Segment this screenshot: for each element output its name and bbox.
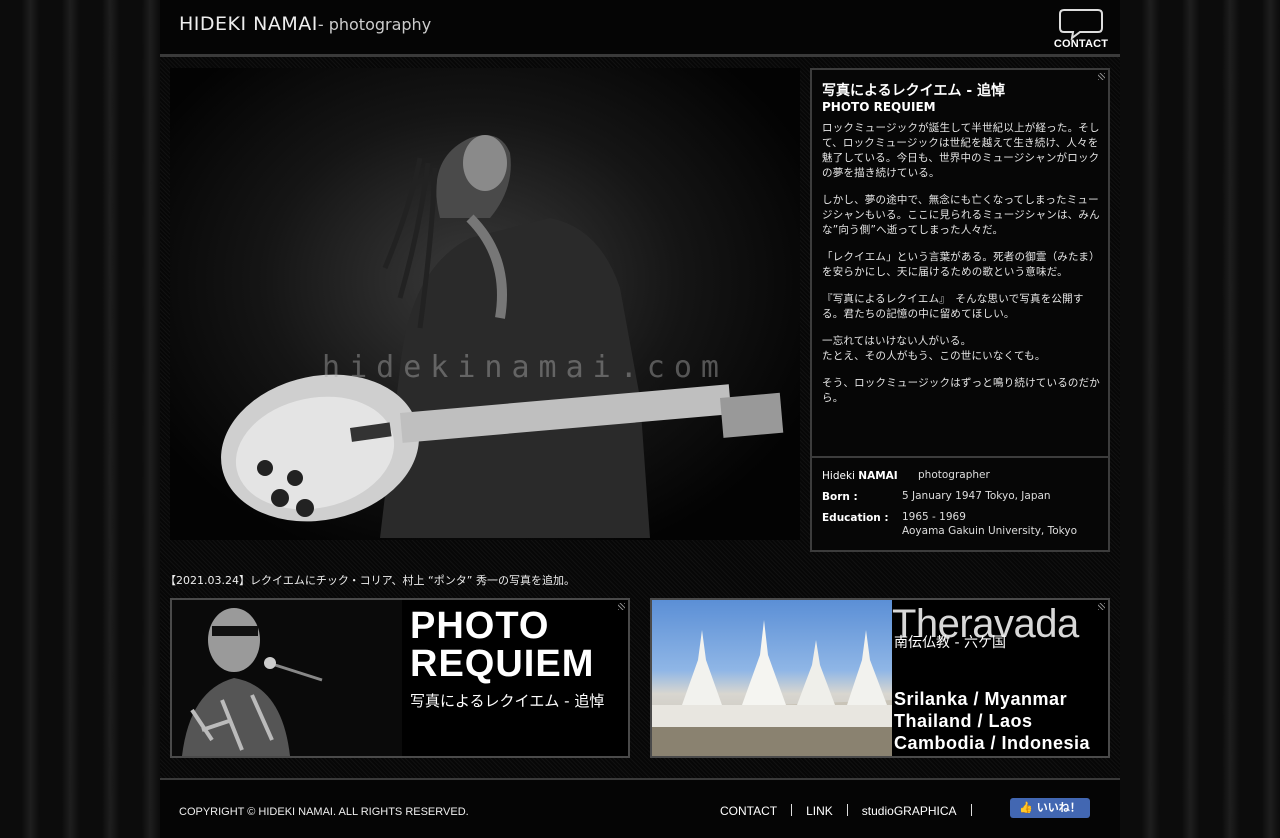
info-panel: 写真によるレクイエム - 追悼 PHOTO REQUIEM ロックミュージックが… <box>810 68 1110 552</box>
born-label: Born : <box>822 491 858 503</box>
site-logo[interactable]: HIDEKI NAMAI- photography <box>179 13 431 35</box>
info-title: 写真によるレクイエム - 追悼 <box>822 83 1005 99</box>
profile-name: Hideki NAMAI <box>822 470 898 482</box>
nav-separator <box>846 804 848 816</box>
speech-bubble-icon <box>1059 9 1103 40</box>
stupas-illustration <box>652 620 892 756</box>
info-paragraph: 一忘れてはいけない人がいる。 たとえ、その人がもう、この世にいなくても。 <box>822 335 1046 362</box>
contact-label: CONTACT <box>1053 38 1109 50</box>
info-body: ロックミュージックが誕生して半世紀以上が経った。そして、ロックミュージックは世紀… <box>822 121 1100 418</box>
theravada-countries-line: Cambodia / Indonesia <box>894 733 1091 753</box>
site-footer: COPYRIGHT © HIDEKI NAMAI. ALL RIGHTS RES… <box>160 778 1120 838</box>
info-paragraph: 「レクイエム」という言葉がある。死者の御霊（みたま）を安らかにし、天に届けるため… <box>822 251 1100 278</box>
theravada-countries-line: Srilanka / Myanmar <box>894 689 1068 709</box>
like-label: いいね！ <box>1036 801 1081 814</box>
divider <box>812 456 1108 458</box>
contact-button[interactable]: CONTACT <box>1048 8 1114 52</box>
profile-role: photographer <box>918 469 990 481</box>
singer-photo <box>172 600 402 756</box>
info-paragraph: しかし、夢の途中で、無念にも亡くなってしまったミュージシャンもいる。ここに見られ… <box>822 194 1100 236</box>
theravada-subtitle: 南伝仏教 - 六ケ国 <box>894 635 1006 651</box>
page: HIDEKI NAMAI- photography CONTACT hideki… <box>160 0 1120 838</box>
education-label: Education : <box>822 512 889 524</box>
education-years: 1965 - 1969 <box>902 511 966 523</box>
copyright: COPYRIGHT © HIDEKI NAMAI. ALL RIGHTS RES… <box>179 806 469 818</box>
photo-watermark: hidekinamai.com <box>322 350 728 385</box>
info-subtitle: PHOTO REQUIEM <box>822 100 936 114</box>
profile-last-name: NAMAI <box>858 470 898 482</box>
footer-link-studiographica[interactable]: studioGRAPHICA <box>862 804 957 818</box>
site-header: HIDEKI NAMAI- photography CONTACT <box>160 0 1120 57</box>
photo-requiem-banner[interactable]: PHOTO REQUIEM 写真によるレクイエム - 追悼 <box>170 598 630 758</box>
facebook-like-button[interactable]: 👍 いいね！ <box>1010 798 1090 818</box>
profile: Hideki NAMAI photographer Born : 5 Janua… <box>822 469 1102 537</box>
info-paragraph: ロックミュージックが誕生して半世紀以上が経った。そして、ロックミュージックは世紀… <box>822 122 1100 179</box>
corner-decoration <box>618 603 625 610</box>
news-update[interactable]: 【2021.03.24】レクイエムにチック・コリア、村上 “ポンタ” 秀一の写真… <box>165 572 575 588</box>
theravada-banner[interactable]: Theravada 南伝仏教 - 六ケ国 Srilanka / Myanmar … <box>650 598 1110 758</box>
footer-link-contact[interactable]: CONTACT <box>720 804 777 818</box>
born-value: 5 January 1947 Tokyo, Japan <box>902 490 1051 502</box>
corner-decoration <box>1098 73 1105 80</box>
profile-name-row: Hideki NAMAI photographer <box>822 469 1102 491</box>
stupa-photo <box>652 600 892 756</box>
banner-requiem-subtitle: 写真によるレクイエム - 追悼 <box>410 692 605 710</box>
info-paragraph: そう、ロックミュージックはずっと鳴り続けているのだから。 <box>822 377 1100 404</box>
education-school: Aoyama Gakuin University, Tokyo <box>902 525 1078 537</box>
footer-nav: CONTACT LINK studioGRAPHICA <box>720 804 986 820</box>
theravada-countries-line: Thailand / Laos <box>894 711 1033 731</box>
footer-link-link[interactable]: LINK <box>806 804 833 818</box>
banner-requiem-text: REQUIEM <box>410 643 595 685</box>
logo-subtitle: - photography <box>317 15 432 34</box>
profile-education-row: Education : 1965 - 1969 Aoyama Gakuin Un… <box>822 511 1102 537</box>
nav-separator <box>791 804 793 816</box>
profile-first-name: Hideki <box>822 470 859 482</box>
nav-separator <box>970 804 972 816</box>
guitarist-photo <box>221 135 784 538</box>
logo-name: HIDEKI NAMAI <box>179 13 318 35</box>
banner-photo-text: PHOTO <box>410 605 550 647</box>
corner-decoration <box>1098 603 1105 610</box>
thumbs-up-icon: 👍 <box>1019 801 1033 814</box>
profile-born-row: Born : 5 January 1947 Tokyo, Japan <box>822 490 1102 512</box>
hero-photo: hidekinamai.com <box>170 68 800 540</box>
info-paragraph: 『写真によるレクイエム』 そんな思いで写真を公開する。君たちの記憶の中に留めてほ… <box>822 293 1084 320</box>
